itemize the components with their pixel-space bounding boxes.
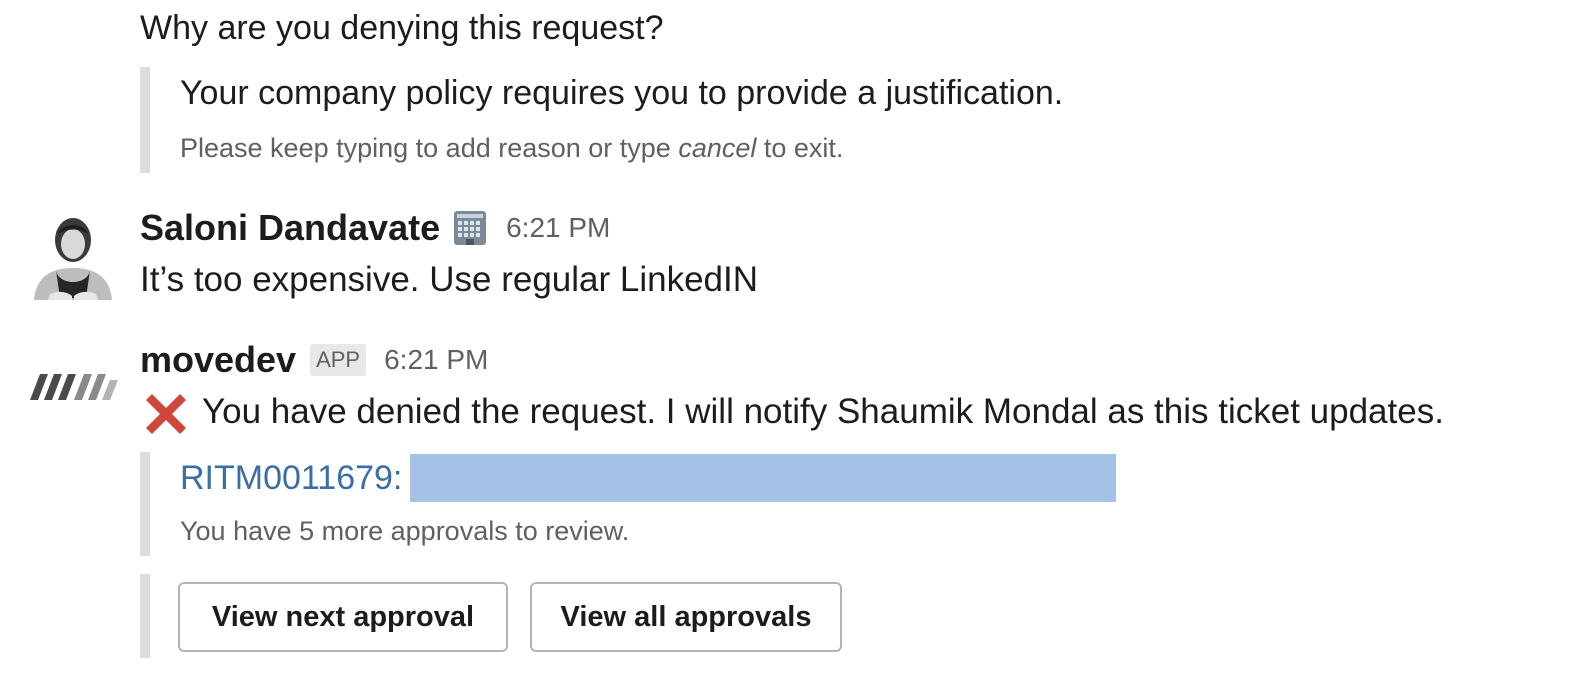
slack-conversation: Why are you denying this request? Your c… (0, 0, 1586, 690)
timestamp[interactable]: 6:21 PM (506, 212, 610, 243)
timestamp[interactable]: 6:21 PM (384, 344, 488, 375)
view-all-approvals-button[interactable]: View all approvals (530, 582, 842, 652)
actions-attachment: View next approval View all approvals (140, 574, 900, 658)
hint-suffix: to exit. (756, 133, 844, 163)
message-text: It’s too expensive. Use regular LinkedIN (140, 260, 759, 299)
avatar[interactable] (28, 210, 118, 300)
remaining-approvals-text: You have 5 more approvals to review. (180, 516, 630, 546)
ticket-line: RITM0011679: (180, 454, 1117, 502)
cancel-hint: Please keep typing to add reason or type… (180, 131, 843, 165)
message-header: Saloni Dandavate 6:21 PM (140, 204, 610, 252)
redacted-ticket-title (410, 454, 1117, 502)
ticket-link[interactable]: RITM0011679: (180, 459, 402, 497)
message-header: movedev APP 6:21 PM (140, 336, 488, 384)
app-badge: APP (310, 344, 367, 376)
sender-name[interactable]: Saloni Dandavate (140, 207, 440, 248)
message-text: You have denied the request. I will noti… (202, 392, 1444, 431)
ticket-attachment: RITM0011679: You have 5 more approvals t… (140, 452, 1240, 556)
hint-prefix: Please keep typing to add reason or type (180, 133, 679, 163)
sender-name[interactable]: movedev (140, 339, 296, 380)
justification-attachment: Your company policy requires you to prov… (140, 67, 1240, 173)
building-icon (454, 211, 487, 245)
policy-text: Your company policy requires you to prov… (180, 74, 1064, 112)
app-avatar[interactable] (28, 366, 120, 406)
hint-keyword: cancel (678, 133, 757, 163)
view-next-approval-button[interactable]: View next approval (178, 582, 508, 652)
red-x-icon (146, 393, 186, 434)
denial-question: Why are you denying this request? (140, 9, 664, 47)
message-body: You have denied the request. I will noti… (140, 386, 1444, 440)
